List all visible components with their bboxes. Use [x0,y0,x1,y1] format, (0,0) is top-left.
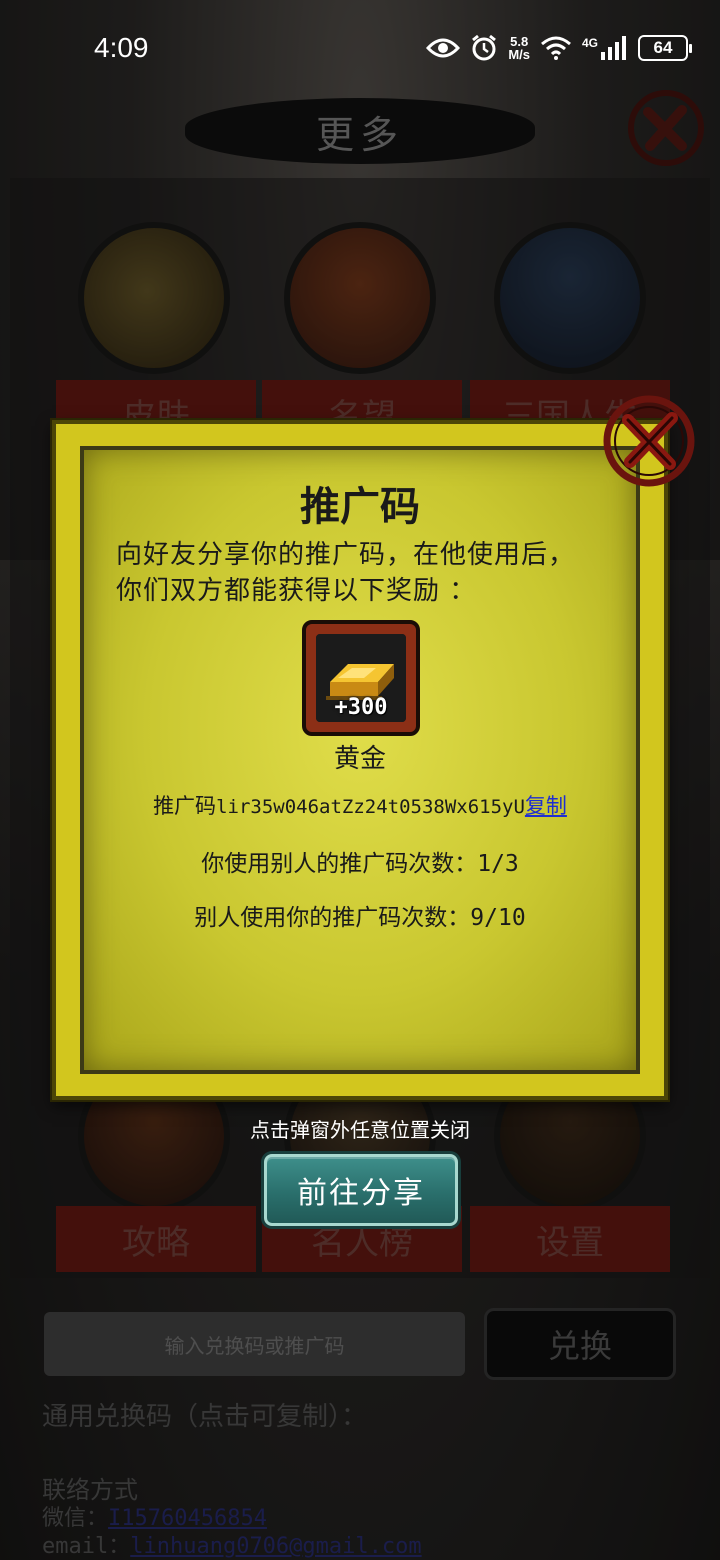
network-type: 4G [581,36,598,50]
net-speed: 5.8 M/s [508,35,530,61]
stat-used-by-others-label: 别人使用你的推广码次数： [194,905,471,931]
battery-icon: 64 [638,35,692,61]
stat-used-by-others-value: 9/10 [470,905,526,931]
status-bar: 4:09 5.8 M/s 4G 64 [0,0,720,96]
reward-item: +300 [302,620,420,736]
stat-used-others: 你使用别人的推广码次数：1/3 [0,844,720,878]
wifi-icon [541,36,571,60]
referral-code-value: lir35w046atZz24t0538Wx615yU [216,796,525,818]
close-hint: 点击弹窗外任意位置关闭 [250,1118,470,1142]
referral-code-line: 推广码lir35w046atZz24t0538Wx615yU复制 [0,790,720,820]
alarm-icon [472,34,497,61]
reward-name: 黄金 [333,744,386,774]
battery-level: 64 [653,38,673,57]
modal-desc-line2: 你们双方都能获得以下奖励 ： [116,576,477,606]
status-time: 4:09 [94,32,149,63]
net-speed-unit: M/s [508,47,530,62]
stat-used-by-others: 别人使用你的推广码次数：9/10 [0,898,720,932]
status-icons: 5.8 M/s 4G 64 [426,34,692,62]
stat-used-others-label: 你使用别人的推广码次数： [201,851,478,877]
share-button[interactable]: 前往分享 [264,1154,458,1226]
signal-icon [601,36,626,60]
copy-code-link[interactable]: 复制 [525,794,567,818]
modal-desc-line1: 向好友分享你的推广码，在他使用后， [116,540,576,570]
stat-used-others-value: 1/3 [477,851,519,877]
modal-title: 推广码 [300,484,420,530]
eye-icon [426,38,461,58]
reward-item-inner: +300 [316,634,406,722]
reward-amount: +300 [334,695,388,720]
referral-code-label: 推广码 [153,794,217,818]
